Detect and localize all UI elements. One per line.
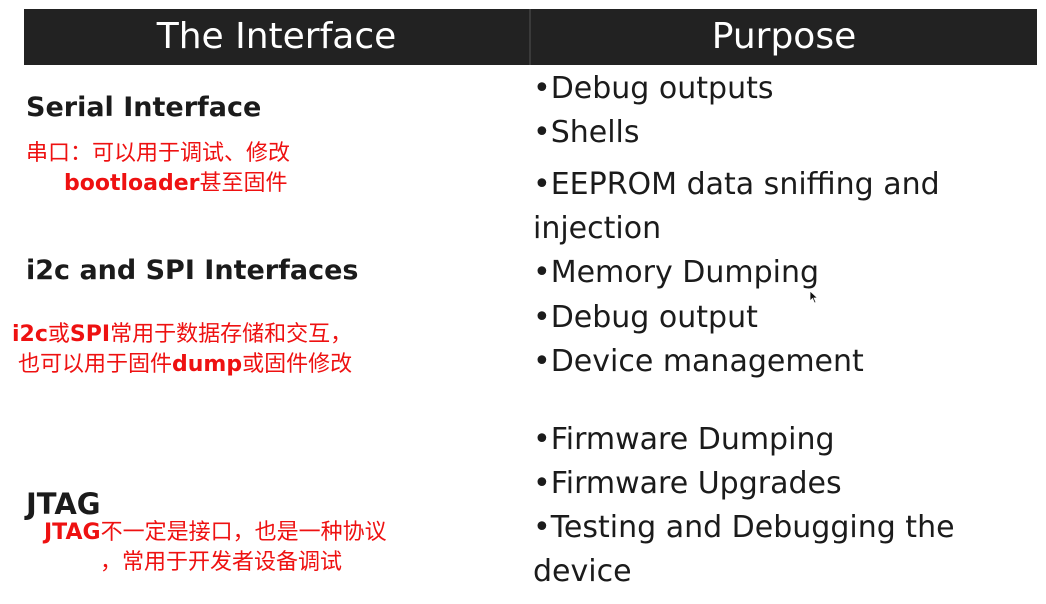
i2c-spi-note-line2: 也可以用于固件dump或固件修改: [12, 350, 352, 380]
header-purpose: Purpose: [711, 16, 857, 57]
jtag-note: JTAG不一定是接口，也是一种协议 ，常用于开发者设备调试: [44, 518, 387, 578]
purpose-device-management: •Device management: [533, 344, 864, 379]
serial-note: 串口：可以用于调试、修改 bootloader甚至固件: [26, 139, 290, 199]
mouse-cursor-icon: [809, 290, 819, 304]
note-jtag: JTAG: [44, 520, 101, 545]
jtag-note-line1: JTAG不一定是接口，也是一种协议: [44, 518, 387, 548]
note-line2-pre: 也可以用于固件: [18, 352, 173, 377]
note-line2-rest: 或固件修改: [242, 352, 353, 377]
i2c-spi-note-line1: i2c或SPI常用于数据存储和交互，: [12, 320, 352, 350]
header-interface: The Interface: [156, 16, 397, 57]
note-dump: dump: [172, 352, 243, 377]
note-i2c: i2c: [12, 322, 48, 347]
table-header: The Interface Purpose: [24, 9, 1037, 65]
purpose-shells: •Shells: [533, 115, 640, 150]
purpose-firmware-dumping: •Firmware Dumping: [533, 422, 835, 457]
serial-note-bootloader: bootloader: [64, 171, 200, 196]
serial-note-line1: 串口：可以用于调试、修改: [26, 141, 291, 166]
purpose-debug-outputs: •Debug outputs: [533, 71, 774, 106]
note-line1-rest: 常用于数据存储和交互，: [110, 322, 353, 347]
note-spi: SPI: [69, 322, 111, 347]
purpose-debug-output: •Debug output: [533, 300, 758, 335]
i2c-spi-note: i2c或SPI常用于数据存储和交互， 也可以用于固件dump或固件修改: [12, 320, 352, 380]
purpose-firmware-upgrades: •Firmware Upgrades: [533, 466, 842, 501]
purpose-memory-dumping: •Memory Dumping: [533, 255, 820, 290]
serial-note-line2-rest: 甚至固件: [199, 171, 288, 196]
jtag-note-line1-rest: 不一定是接口，也是一种协议: [100, 520, 387, 545]
jtag-title: JTAG: [26, 487, 101, 521]
jtag-note-line2: ，常用于开发者设备调试: [100, 550, 343, 575]
serial-interface-title: Serial Interface: [26, 92, 262, 123]
serial-note-line2: bootloader甚至固件: [26, 169, 290, 199]
purpose-testing-debugging: •Testing and Debugging the: [533, 510, 955, 545]
purpose-eeprom-cont: injection: [533, 211, 662, 246]
purpose-device: device: [533, 554, 632, 589]
note-or: 或: [47, 322, 70, 347]
purpose-eeprom: •EEPROM data sniffing and: [533, 167, 940, 202]
i2c-spi-title: i2c and SPI Interfaces: [26, 255, 359, 286]
